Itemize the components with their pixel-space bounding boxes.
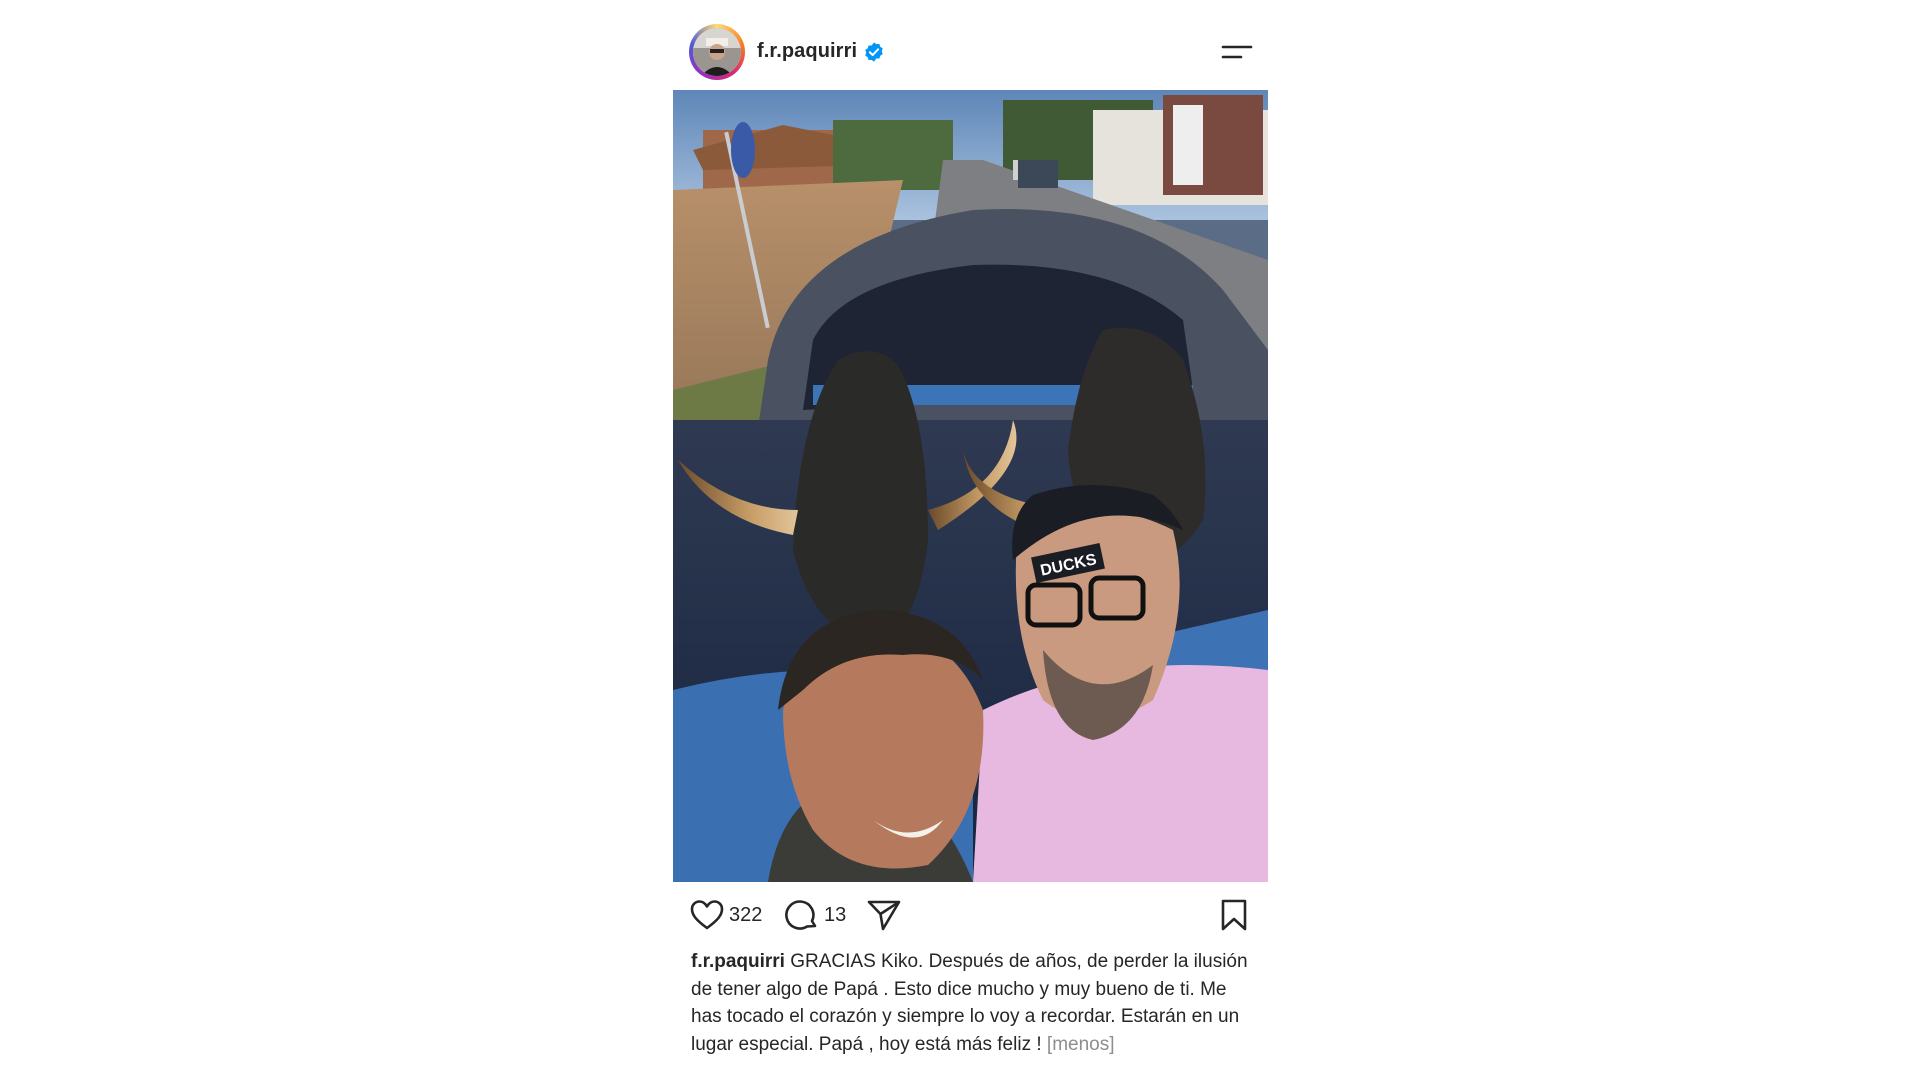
heart-icon <box>690 900 724 930</box>
instagram-post: f.r.paquirri DUCKS 322 13 f.r.paquirri G… <box>673 0 1268 1080</box>
post-header: f.r.paquirri <box>673 24 1268 80</box>
verified-badge-icon <box>865 42 883 62</box>
paper-plane-icon <box>867 900 901 931</box>
caption-username[interactable]: f.r.paquirri <box>691 951 785 972</box>
avatar[interactable] <box>689 24 745 80</box>
show-less-link[interactable]: [menos] <box>1047 1034 1115 1055</box>
comment-count[interactable]: 13 <box>824 904 846 927</box>
post-username[interactable]: f.r.paquirri <box>757 40 857 63</box>
post-actions: 322 13 <box>673 893 1268 937</box>
hamburger-menu-icon <box>1221 45 1253 59</box>
bookmark-icon <box>1221 899 1247 931</box>
comment-button[interactable]: 13 <box>785 893 846 937</box>
like-button[interactable]: 322 <box>690 893 762 937</box>
share-button[interactable] <box>866 893 902 937</box>
menu-button[interactable] <box>1221 41 1253 63</box>
avatar-image <box>693 28 741 76</box>
post-caption: f.r.paquirri GRACIAS Kiko. Después de añ… <box>691 948 1251 1058</box>
post-photo[interactable]: DUCKS <box>673 90 1268 882</box>
comment-bubble-icon <box>785 900 817 930</box>
like-count[interactable]: 322 <box>729 904 762 927</box>
save-button[interactable] <box>1219 893 1249 937</box>
